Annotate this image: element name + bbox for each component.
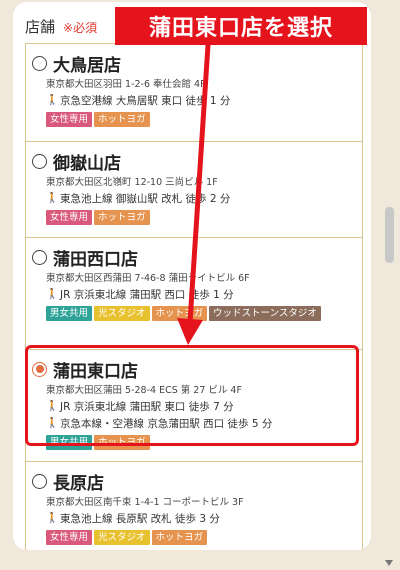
scrollbar[interactable] [385,0,397,570]
access-line: 🚶 京急空港線 大鳥居駅 東口 徒歩 1 分 [46,95,231,107]
tag-woodstone-studio: ウッドストーンスタジオ [209,306,321,321]
tag-hot-yoga: ホットヨガ [151,306,208,321]
annotation-callout: 蒲田東口店を選択 [115,7,367,45]
scroll-down-arrow-icon[interactable] [385,560,393,566]
store-list: 大鳥居店 東京都大田区羽田 1-2-6 奉仕会館 4F 🚶 京急空港線 大鳥居駅 … [25,43,363,550]
access-line: 🚶 京急本線・空港線 京急蒲田駅 西口 徒歩 5 分 [46,418,273,430]
store-option-ontakesan[interactable]: 御嶽山店 東京都大田区北嶺町 12-10 三尚ビル 1F 🚶 東急池上線 御嶽山駅… [26,142,362,238]
store-option-kamata-east[interactable]: 蒲田東口店 東京都大田区蒲田 5-28-4 ECS 第 27 ビル 4F 🚶 JR… [26,350,362,462]
required-badge: ※必須 [63,21,98,35]
access-line: 🚶 JR 京浜東北線 蒲田駅 西口 徒歩 1 分 [46,289,234,301]
store-address: 東京都大田区北嶺町 12-10 三尚ビル 1F [46,177,218,188]
tag-mixed-gender: 男女共用 [46,435,93,450]
tag-light-studio: 光スタジオ [94,530,150,545]
walking-person-icon: 🚶 [46,418,59,429]
access-line: 🚶 東急池上線 長原駅 改札 徒歩 3 分 [46,513,220,525]
tag-list: 女性専用 光スタジオ ホットヨガ [46,530,358,545]
store-address: 東京都大田区西蒲田 7-46-8 蒲田ライトビル 6F [46,273,250,284]
tag-hot-yoga: ホットヨガ [151,530,208,545]
store-address: 東京都大田区蒲田 5-28-4 ECS 第 27 ビル 4F [46,385,242,396]
radio-button[interactable] [32,153,47,169]
tag-hot-yoga: ホットヨガ [94,210,150,225]
tag-list: 女性専用 ホットヨガ [46,210,358,225]
tag-women-only: 女性専用 [46,210,93,225]
store-select-card: 店舗 ※必須 大鳥居店 東京都大田区羽田 1-2-6 奉仕会館 4F 🚶 京急空港… [13,2,371,550]
access-line: 🚶 JR 京浜東北線 蒲田駅 東口 徒歩 7 分 [46,401,234,413]
walking-person-icon: 🚶 [46,193,59,204]
tag-light-studio: 光スタジオ [94,306,150,321]
tag-women-only: 女性専用 [46,112,93,127]
tag-list: 男女共用 ホットヨガ [46,435,358,450]
access-line: 🚶 東急池上線 御嶽山駅 改札 徒歩 2 分 [46,193,231,205]
radio-button[interactable] [32,55,47,71]
walking-person-icon: 🚶 [46,289,59,300]
tag-mixed-gender: 男女共用 [46,306,93,321]
walking-person-icon: 🚶 [46,513,59,524]
store-name: 蒲田東口店 [53,361,138,382]
store-name: 長原店 [53,473,104,494]
tag-list: 男女共用 光スタジオ ホットヨガ ウッドストーンスタジオ [46,306,358,321]
store-address: 東京都大田区羽田 1-2-6 奉仕会館 4F [46,79,206,90]
section-label: 店舗 [25,18,56,36]
store-name: 大鳥居店 [53,55,121,76]
store-option-kamata-west[interactable]: 蒲田西口店 東京都大田区西蒲田 7-46-8 蒲田ライトビル 6F 🚶 JR 京浜… [26,238,362,350]
store-name: 蒲田西口店 [53,249,138,270]
walking-person-icon: 🚶 [46,401,59,412]
radio-button-selected[interactable] [32,361,47,377]
tag-list: 女性専用 ホットヨガ [46,112,358,127]
section-header: 店舗 ※必須 [25,16,97,38]
store-option-oomorii[interactable]: 大鳥居店 東京都大田区羽田 1-2-6 奉仕会館 4F 🚶 京急空港線 大鳥居駅 … [26,44,362,142]
tag-women-only: 女性専用 [46,530,93,545]
walking-person-icon: 🚶 [46,95,59,106]
store-option-nagahara[interactable]: 長原店 東京都大田区南千束 1-4-1 コーポートビル 3F 🚶 東急池上線 長原… [26,462,362,550]
store-name: 御嶽山店 [53,153,121,174]
store-address: 東京都大田区南千束 1-4-1 コーポートビル 3F [46,497,244,508]
tag-hot-yoga: ホットヨガ [94,112,150,127]
scrollbar-thumb[interactable] [385,207,394,263]
tag-hot-yoga: ホットヨガ [94,435,150,450]
radio-button[interactable] [32,473,47,489]
radio-button[interactable] [32,249,47,265]
